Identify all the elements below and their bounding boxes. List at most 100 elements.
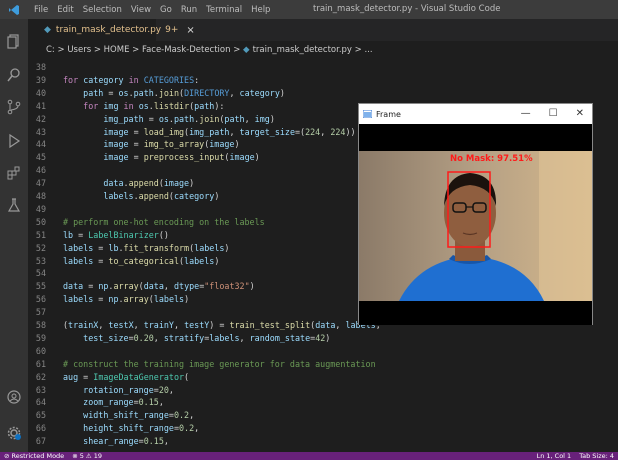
- code-text: data.append(image): [103, 178, 195, 189]
- line-number: 44: [35, 139, 46, 150]
- code-text: for img in os.listdir(path):: [83, 100, 225, 111]
- tab-bar: ◆ train_mask_detector.py 9+ ×: [28, 19, 618, 41]
- menu-go[interactable]: Go: [160, 5, 172, 15]
- tab-train-mask-detector[interactable]: ◆ train_mask_detector.py 9+ ×: [28, 19, 195, 41]
- frame-letterbox-bottom: [359, 301, 592, 325]
- code-line[interactable]: 46: [28, 165, 63, 177]
- restricted-mode-indicator[interactable]: ⊘ Restricted Mode: [4, 452, 64, 460]
- code-text: image = load_img(img_path, target_size=(…: [103, 126, 356, 137]
- search-icon[interactable]: [6, 67, 22, 83]
- code-line[interactable]: 50 # perform one-hot encoding on the labe…: [28, 217, 265, 229]
- code-line[interactable]: 47 data.append(image): [28, 178, 194, 190]
- line-number: 61: [35, 358, 46, 369]
- code-line[interactable]: 38: [28, 62, 63, 74]
- line-number: 57: [35, 307, 46, 318]
- source-control-icon[interactable]: [6, 99, 22, 115]
- account-icon[interactable]: [6, 389, 22, 405]
- code-line[interactable]: 62 aug = ImageDataGenerator(: [28, 372, 189, 384]
- code-line[interactable]: 42 img_path = os.path.join(path, img): [28, 114, 275, 126]
- breadcrumb-file[interactable]: train_mask_detector.py > ...: [253, 45, 373, 55]
- menu-edit[interactable]: Edit: [57, 5, 73, 15]
- code-text: data = np.array(data, dtype="float32"): [63, 281, 255, 292]
- code-line[interactable]: 60: [28, 346, 63, 358]
- line-number: 47: [35, 178, 46, 189]
- code-line[interactable]: 39 for category in CATEGORIES:: [28, 75, 199, 87]
- code-text: labels = to_categorical(labels): [63, 255, 220, 266]
- code-line[interactable]: 65 width_shift_range=0.2,: [28, 410, 194, 422]
- menu-view[interactable]: View: [131, 5, 151, 15]
- code-line[interactable]: 63 rotation_range=20,: [28, 385, 174, 397]
- code-line[interactable]: 59 test_size=0.20, stratify=labels, rand…: [28, 333, 330, 345]
- frame-letterbox-top: [359, 124, 592, 151]
- code-text: for category in CATEGORIES:: [63, 74, 200, 85]
- menu-terminal[interactable]: Terminal: [206, 5, 242, 15]
- code-line[interactable]: 64 zoom_range=0.15,: [28, 397, 164, 409]
- code-line[interactable]: 57: [28, 307, 63, 319]
- code-line[interactable]: 58 (trainX, testX, trainY, testY) = train…: [28, 320, 381, 332]
- maximize-button[interactable]: ☐: [549, 108, 558, 119]
- code-line[interactable]: 44 image = img_to_array(image): [28, 139, 240, 151]
- code-text: width_shift_range=0.2,: [83, 410, 195, 421]
- tab-size[interactable]: Tab Size: 4: [579, 452, 614, 460]
- breadcrumb-path[interactable]: C: > Users > HOME > Face-Mask-Detection …: [46, 45, 243, 55]
- menu-help[interactable]: Help: [251, 5, 270, 15]
- line-number: 54: [35, 268, 46, 279]
- line-number: 42: [35, 113, 46, 124]
- problems-indicator[interactable]: ⊗ 5 ⚠ 19: [72, 452, 102, 460]
- line-number: 48: [35, 191, 46, 201]
- breadcrumb: C: > Users > HOME > Face-Mask-Detection …: [28, 41, 618, 58]
- code-line[interactable]: 49: [28, 204, 63, 216]
- tab-filename: train_mask_detector.py: [55, 25, 162, 35]
- cursor-position[interactable]: Ln 1, Col 1: [537, 452, 572, 460]
- line-number: 41: [35, 100, 46, 111]
- code-line[interactable]: 54: [28, 268, 63, 280]
- line-number: 66: [35, 423, 46, 434]
- webcam-feed: [359, 151, 592, 301]
- window-title: train_mask_detector.py - Visual Studio C…: [313, 4, 501, 14]
- close-button[interactable]: ✕: [576, 108, 584, 119]
- code-line[interactable]: 41 for img in os.listdir(path):: [28, 100, 225, 113]
- tab-close-icon[interactable]: ×: [186, 25, 194, 36]
- code-text: labels.append(category): [103, 191, 220, 201]
- code-line[interactable]: 45 image = preprocess_input(image): [28, 152, 260, 164]
- code-text: # perform one-hot encoding on the labels: [63, 216, 265, 227]
- code-text: labels = np.array(labels): [63, 294, 190, 305]
- code-line[interactable]: 56 labels = np.array(labels): [28, 294, 189, 306]
- line-number: 52: [35, 242, 46, 253]
- menu-file[interactable]: File: [34, 5, 48, 15]
- code-line[interactable]: 43 image = load_img(img_path, target_siz…: [28, 127, 356, 139]
- line-number: 40: [35, 87, 46, 98]
- code-text: zoom_range=0.15,: [83, 397, 164, 408]
- settings-gear-icon[interactable]: [6, 425, 22, 441]
- code-line[interactable]: 67 shear_range=0.15,: [28, 436, 169, 448]
- line-number: 64: [35, 397, 46, 408]
- activity-bar: [0, 19, 28, 452]
- code-text: aug = ImageDataGenerator(: [63, 371, 190, 382]
- extensions-icon[interactable]: [6, 165, 22, 181]
- code-line[interactable]: 52 labels = lb.fit_transform(labels): [28, 242, 230, 255]
- code-line[interactable]: 66 height_shift_range=0.2,: [28, 423, 199, 435]
- code-line[interactable]: 48 labels.append(category): [28, 191, 219, 203]
- python-file-icon: ◆: [44, 25, 51, 35]
- code-text: labels = lb.fit_transform(labels): [63, 242, 230, 253]
- code-text: image = img_to_array(image): [103, 139, 240, 150]
- testing-icon[interactable]: [6, 197, 22, 213]
- line-number: 63: [35, 384, 46, 395]
- code-line[interactable]: 40 path = os.path.join(DIRECTORY, catego…: [28, 88, 285, 100]
- line-number: 56: [35, 294, 46, 305]
- menu-run[interactable]: Run: [181, 5, 197, 15]
- code-line[interactable]: 61 # construct the training image generat…: [28, 359, 376, 371]
- code-line[interactable]: 53 labels = to_categorical(labels): [28, 256, 219, 268]
- menu-selection[interactable]: Selection: [83, 5, 122, 15]
- minimize-button[interactable]: —: [521, 108, 531, 119]
- detection-label: No Mask: 97.51%: [450, 154, 533, 164]
- line-number: 43: [35, 126, 46, 137]
- code-line[interactable]: 51 lb = LabelBinarizer(): [28, 230, 169, 242]
- files-icon[interactable]: [6, 33, 22, 49]
- run-debug-icon[interactable]: [6, 133, 22, 149]
- frame-title-bar[interactable]: Frame — ☐ ✕: [359, 104, 592, 124]
- code-line[interactable]: 55 data = np.array(data, dtype="float32"): [28, 281, 255, 293]
- frame-window[interactable]: Frame — ☐ ✕: [358, 103, 593, 325]
- line-number: 45: [35, 152, 46, 163]
- code-text: height_shift_range=0.2,: [83, 423, 200, 434]
